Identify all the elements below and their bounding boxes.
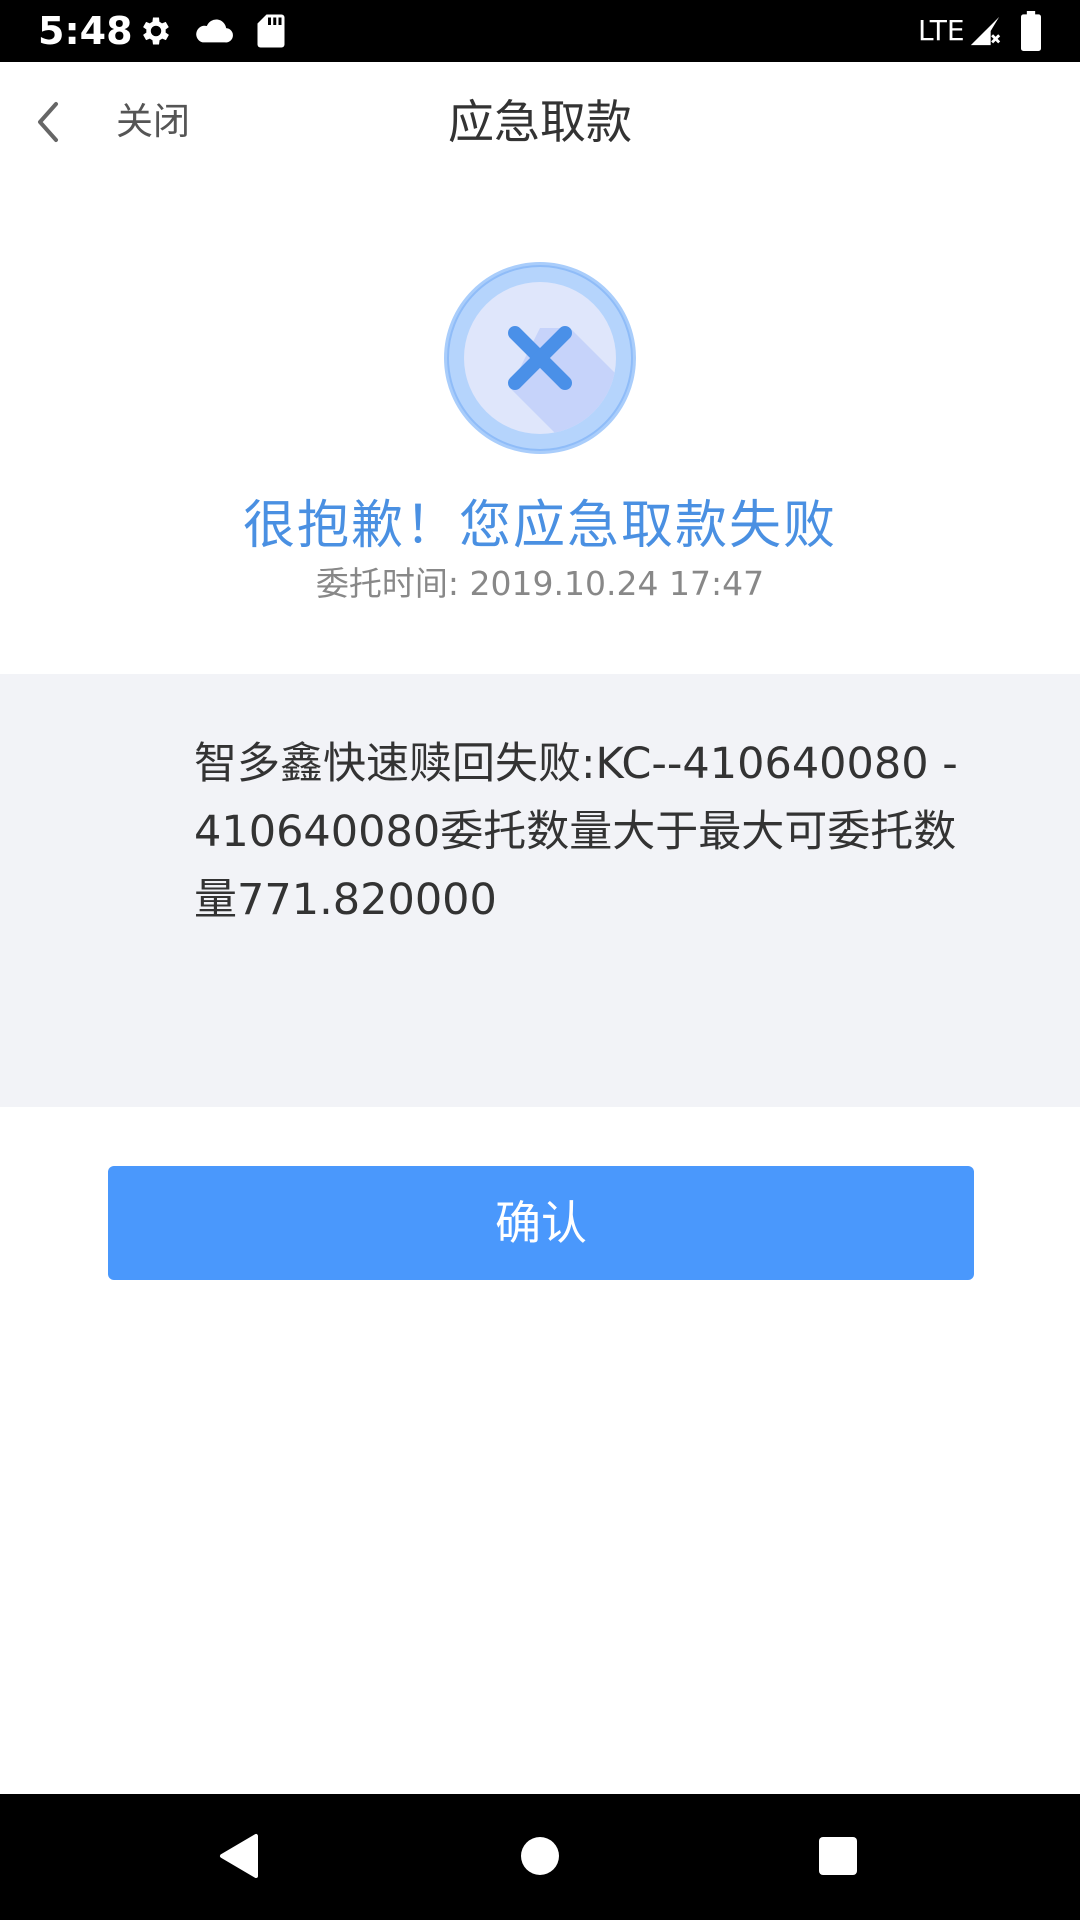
entrust-time: 委托时间: 2019.10.24 17:47 <box>315 564 765 603</box>
confirm-button[interactable]: 确认 <box>108 1166 974 1280</box>
back-triangle-icon[interactable] <box>210 1826 270 1886</box>
screen: 5:48 LTE 关闭 应急取款 很抱歉！您应急取款失败 委托时间: 2019.… <box>0 0 1080 1920</box>
system-nav-bar <box>0 1794 1080 1920</box>
signal-icon <box>968 13 1002 49</box>
settings-icon <box>138 13 174 49</box>
home-circle-icon[interactable] <box>510 1826 570 1886</box>
error-x-icon <box>440 258 640 458</box>
sd-card-icon <box>256 13 286 49</box>
network-type: LTE <box>918 14 965 47</box>
error-message: 智多鑫快速赎回失败:KC--410640080 -410640080委托数量大于… <box>194 739 958 925</box>
status-bar: 5:48 LTE <box>0 0 1080 62</box>
status-time: 5:48 <box>38 9 133 53</box>
recents-square-icon[interactable] <box>808 1826 868 1886</box>
app-header: 关闭 应急取款 <box>0 62 1080 182</box>
result-title: 很抱歉！您应急取款失败 <box>242 496 837 556</box>
message-panel: 智多鑫快速赎回失败:KC--410640080 -410640080委托数量大于… <box>0 674 1080 1107</box>
page-title: 应急取款 <box>448 95 632 149</box>
battery-icon <box>1018 11 1044 51</box>
cloud-icon <box>194 13 234 49</box>
